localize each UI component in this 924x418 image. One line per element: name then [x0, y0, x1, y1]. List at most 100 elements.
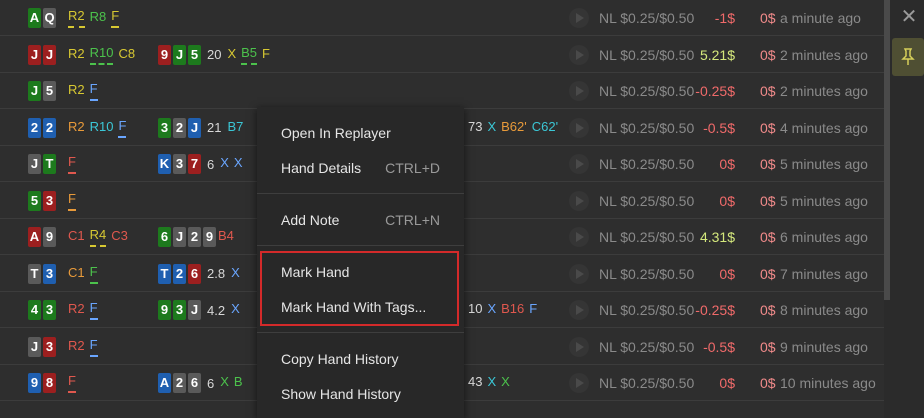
preflop-actions: R2 F	[68, 73, 103, 109]
menu-item-open-in-replayer[interactable]: Open In Replayer	[257, 116, 464, 150]
menu-item-label: Add Note	[281, 212, 340, 228]
action-label: F	[262, 45, 270, 61]
rake-value: 0$	[760, 156, 776, 172]
card: 6	[188, 373, 201, 393]
hole-cards: T3	[28, 256, 58, 292]
timestamp: 7 minutes ago	[780, 265, 868, 282]
menu-item-label: Show Hand History	[281, 386, 401, 402]
play-icon[interactable]	[569, 190, 589, 211]
card: 7	[188, 154, 201, 174]
play-icon[interactable]	[569, 81, 589, 101]
result-value: -0.5$	[703, 119, 735, 136]
card: T	[158, 263, 171, 284]
result-value: 0$	[719, 192, 735, 209]
action-label: 73	[468, 118, 483, 134]
card: 3	[173, 300, 186, 320]
card: 9	[158, 44, 171, 65]
timestamp: a minute ago	[780, 10, 861, 26]
play-icon[interactable]	[569, 336, 589, 357]
card: 3	[43, 336, 56, 357]
action-label: C1	[68, 228, 85, 243]
card: 2	[188, 227, 201, 247]
play-icon[interactable]	[569, 373, 589, 393]
preflop-actions: F	[68, 146, 81, 182]
close-icon[interactable]: ✕	[898, 6, 920, 28]
menu-item-show-hand-history[interactable]: Show Hand History	[257, 377, 464, 411]
rake-value: 0$	[760, 229, 776, 245]
play-icon[interactable]	[569, 117, 589, 138]
action-label: F	[89, 337, 98, 357]
timestamp: 2 minutes ago	[780, 83, 868, 99]
hole-cards: J3	[28, 329, 58, 365]
action-label: 43	[468, 374, 483, 389]
card: A	[28, 8, 41, 28]
card: J	[188, 117, 201, 138]
rake-value: 0$	[760, 265, 776, 282]
timestamp: 6 minutes ago	[780, 229, 868, 245]
stake-label: NL $0.25/$0.50	[599, 229, 695, 245]
table-row[interactable]: J J R2 R10 C8 9 J 5 20 X B5 F NL $0.25/$0.50 5.21$ 0$ 2…	[0, 37, 884, 73]
menu-item-copy-hand-history[interactable]: Copy Hand History	[257, 342, 464, 376]
action-label: C1	[68, 264, 85, 280]
rake-value: 0$	[760, 119, 776, 136]
board-cards: K376XX	[158, 146, 248, 182]
action-label: X	[231, 264, 240, 280]
menu-item-hand-details[interactable]: Hand Details CTRL+D	[257, 151, 464, 185]
card: J	[173, 44, 186, 65]
pot-size: 6	[207, 156, 215, 172]
card: T	[28, 263, 41, 284]
result-value: 0$	[719, 156, 735, 172]
result-value: 4.31$	[699, 229, 735, 245]
action-label: R2	[68, 82, 85, 97]
card: K	[158, 154, 171, 174]
menu-item-shortcut: CTRL+D	[385, 160, 440, 176]
pin-button[interactable]	[892, 38, 924, 76]
stake-label: NL $0.25/$0.50	[599, 302, 695, 318]
hole-cards: JJ	[28, 37, 58, 73]
stake-label: NL $0.25/$0.50	[599, 375, 695, 391]
rake-value: 0$	[760, 46, 776, 63]
table-row[interactable]: A Q R2 R8 F NL $0.25/$0.50 -1$ 0$ a minute ago	[0, 0, 884, 36]
stake-label: NL $0.25/$0.50	[599, 338, 695, 355]
play-icon[interactable]	[569, 300, 589, 320]
timestamp: 9 minutes ago	[780, 338, 868, 355]
pot-size: 4.2	[207, 302, 226, 318]
action-label: F	[529, 301, 538, 316]
pot-size: 6	[207, 375, 215, 391]
hole-cards: 53	[28, 183, 58, 219]
action-label: F	[89, 300, 98, 320]
play-icon[interactable]	[569, 44, 589, 65]
play-icon[interactable]	[569, 227, 589, 247]
pot-size: 21	[207, 120, 222, 135]
menu-item-add-note[interactable]: Add Note CTRL+N	[257, 203, 464, 237]
card: 5	[28, 190, 41, 211]
hole-cards: AQ	[28, 0, 58, 36]
card: 6	[158, 227, 171, 247]
board-cards: 9 J 5 20 X B5 F	[158, 37, 275, 73]
action-label: R2	[68, 118, 85, 134]
play-icon[interactable]	[569, 154, 589, 174]
action-label: X	[231, 301, 240, 316]
river-actions: 10 X B16 F	[468, 292, 542, 328]
pin-icon	[901, 48, 915, 65]
preflop-actions: R2 R10 F	[68, 110, 131, 146]
play-icon[interactable]	[569, 263, 589, 284]
hole-cards: JT	[28, 146, 58, 182]
card: J	[173, 227, 186, 247]
highlight-box	[260, 251, 459, 326]
board-cards: T 2 6 2.8 X	[158, 256, 245, 292]
play-icon[interactable]	[569, 8, 589, 28]
card: J	[28, 154, 41, 174]
timestamp: 2 minutes ago	[780, 46, 868, 63]
action-label: F	[111, 8, 120, 28]
action-label: F	[89, 264, 98, 284]
action-label: B16	[501, 301, 525, 316]
preflop-actions: F	[68, 365, 81, 401]
action-label: R2	[68, 301, 85, 316]
card: 2	[43, 117, 56, 138]
hole-cards: A9	[28, 219, 58, 255]
table-row[interactable]: J 5 R2 F NL $0.25/$0.50 -0.25$ 0$ 2 minutes ago	[0, 73, 884, 109]
action-label: C3	[111, 228, 128, 243]
card: 2	[173, 373, 186, 393]
preflop-actions: R2 F	[68, 292, 103, 328]
